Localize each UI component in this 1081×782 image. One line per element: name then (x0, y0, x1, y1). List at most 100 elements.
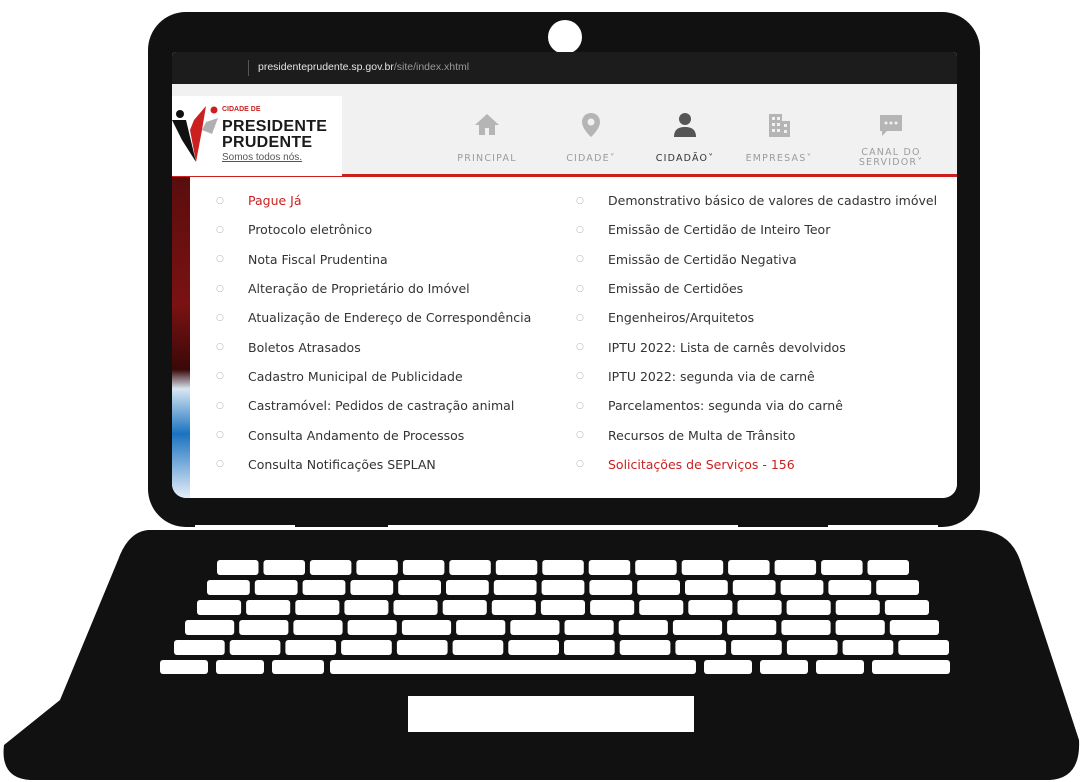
keyboard-key[interactable] (774, 560, 817, 575)
nav-cidade[interactable]: CIDADE˅ (546, 96, 636, 176)
keyboard-key[interactable] (217, 560, 259, 575)
keyboard-key[interactable] (491, 600, 536, 615)
keyboard-key[interactable] (828, 580, 872, 595)
keyboard-key[interactable] (590, 600, 635, 615)
menu-item[interactable]: ○ Emissão de Certidão de Inteiro Teor (576, 215, 937, 244)
keyboard-key[interactable] (672, 620, 723, 635)
menu-item[interactable]: ○ Consulta Notificações SEPLAN (216, 450, 531, 479)
keyboard-key[interactable] (681, 560, 724, 575)
keyboard-key[interactable] (737, 600, 782, 615)
keyboard-key[interactable] (456, 620, 506, 635)
menu-item[interactable]: ○ Castramóvel: Pedidos de castração anima… (216, 391, 531, 420)
keyboard-key[interactable] (229, 640, 281, 655)
keyboard-key[interactable] (446, 580, 489, 595)
keyboard-key[interactable] (246, 600, 291, 615)
menu-item[interactable]: ○ Alteração de Proprietário do Imóvel (216, 274, 531, 303)
keyboard-key[interactable] (508, 640, 559, 655)
keyboard-key[interactable] (344, 600, 389, 615)
keyboard-key[interactable] (449, 560, 491, 575)
keyboard-key[interactable] (872, 660, 950, 674)
nav-empresas[interactable]: EMPRESAS˅ (734, 96, 824, 176)
keyboard-key[interactable] (786, 640, 838, 655)
keyboard-key[interactable] (564, 640, 615, 655)
keyboard-key[interactable] (688, 600, 733, 615)
keyboard-key[interactable] (393, 600, 438, 615)
keyboard-key[interactable] (618, 620, 668, 635)
menu-item[interactable]: ○ Cadastro Municipal de Publicidade (216, 362, 531, 391)
keyboard-key[interactable] (216, 660, 264, 674)
keyboard-key[interactable] (295, 600, 340, 615)
keyboard-key[interactable] (821, 560, 863, 575)
keyboard-key[interactable] (542, 560, 584, 575)
keyboard-key[interactable] (635, 560, 677, 575)
keyboard-key[interactable] (272, 660, 324, 674)
keyboard-key[interactable] (396, 640, 448, 655)
keyboard-key[interactable] (398, 580, 441, 595)
keyboard-key[interactable] (263, 560, 306, 575)
keyboard-key[interactable] (185, 620, 235, 635)
keyboard-key[interactable] (842, 640, 894, 655)
keyboard-key[interactable] (302, 580, 346, 595)
keyboard-key[interactable] (867, 560, 910, 575)
keyboard-key[interactable] (285, 640, 337, 655)
spacebar-key[interactable] (330, 660, 696, 674)
keyboard-key[interactable] (564, 620, 614, 635)
keyboard-key[interactable] (541, 580, 585, 595)
menu-item[interactable]: ○ Emissão de Certidão Negativa (576, 245, 937, 274)
keyboard-key[interactable] (876, 580, 919, 595)
keyboard-key[interactable] (495, 560, 538, 575)
keyboard-key[interactable] (401, 620, 452, 635)
keyboard-key[interactable] (350, 580, 394, 595)
keyboard-key[interactable] (727, 620, 777, 635)
keyboard-key[interactable] (197, 600, 242, 615)
menu-item[interactable]: ○ Atualização de Endereço de Correspondên… (216, 303, 531, 332)
keyboard-key[interactable] (760, 660, 808, 674)
keyboard-key[interactable] (160, 660, 208, 674)
keyboard-key[interactable] (442, 600, 487, 615)
site-logo[interactable]: CIDADE DE PRESIDENTE PRUDENTE Somos todo… (172, 96, 342, 176)
menu-item[interactable]: ○ Demonstrativo básico de valores de cada… (576, 186, 937, 215)
menu-item[interactable]: ○ Consulta Andamento de Processos (216, 420, 531, 449)
menu-item[interactable]: ○ IPTU 2022: segunda via de carnê (576, 362, 937, 391)
menu-item[interactable]: ○ Protocolo eletrônico (216, 215, 531, 244)
keyboard-key[interactable] (510, 620, 560, 635)
menu-item[interactable]: ○ Engenheiros/Arquitetos (576, 303, 937, 332)
keyboard-key[interactable] (239, 620, 289, 635)
menu-item[interactable]: ○ Nota Fiscal Prudentina (216, 245, 531, 274)
menu-item[interactable]: ○ Solicitações de Serviços - 156 (576, 450, 937, 479)
keyboard-key[interactable] (341, 640, 392, 655)
keyboard-key[interactable] (347, 620, 397, 635)
keyboard-key[interactable] (588, 560, 631, 575)
keyboard-key[interactable] (835, 600, 880, 615)
keyboard-key[interactable] (493, 580, 537, 595)
keyboard-key[interactable] (704, 660, 752, 674)
browser-address-bar[interactable]: presidenteprudente.sp.gov.br/site/index.… (172, 52, 957, 84)
nav-canal-do-servidor[interactable]: CANAL DO SERVIDOR˅ (848, 96, 934, 176)
keyboard-key[interactable] (816, 660, 864, 674)
url-text[interactable]: presidenteprudente.sp.gov.br/site/index.… (258, 61, 469, 73)
keyboard-key[interactable] (637, 580, 680, 595)
keyboard-key[interactable] (174, 640, 225, 655)
nav-cidadao[interactable]: CIDADÃO˅ (640, 96, 730, 176)
keyboard-key[interactable] (675, 640, 727, 655)
keyboard-key[interactable] (732, 580, 776, 595)
keyboard-key[interactable] (786, 600, 831, 615)
keyboard-key[interactable] (639, 600, 684, 615)
keyboard-key[interactable] (780, 580, 824, 595)
keyboard-key[interactable] (619, 640, 671, 655)
keyboard-key[interactable] (254, 580, 298, 595)
keyboard-key[interactable] (781, 620, 831, 635)
keyboard-key[interactable] (356, 560, 398, 575)
menu-item[interactable]: ○ Boletos Atrasados (216, 332, 531, 361)
keyboard-key[interactable] (889, 620, 939, 635)
keyboard-key[interactable] (685, 580, 728, 595)
keyboard-key[interactable] (589, 580, 633, 595)
menu-item[interactable]: ○ Emissão de Certidões (576, 274, 937, 303)
keyboard-key[interactable] (728, 560, 770, 575)
keyboard-key[interactable] (884, 600, 929, 615)
menu-item[interactable]: ○ IPTU 2022: Lista de carnês devolvidos (576, 332, 937, 361)
keyboard-key[interactable] (835, 620, 885, 635)
menu-item[interactable]: ○ Recursos de Multa de Trânsito (576, 420, 937, 449)
menu-item[interactable]: ○ Pague Já (216, 186, 531, 215)
keyboard-key[interactable] (452, 640, 504, 655)
